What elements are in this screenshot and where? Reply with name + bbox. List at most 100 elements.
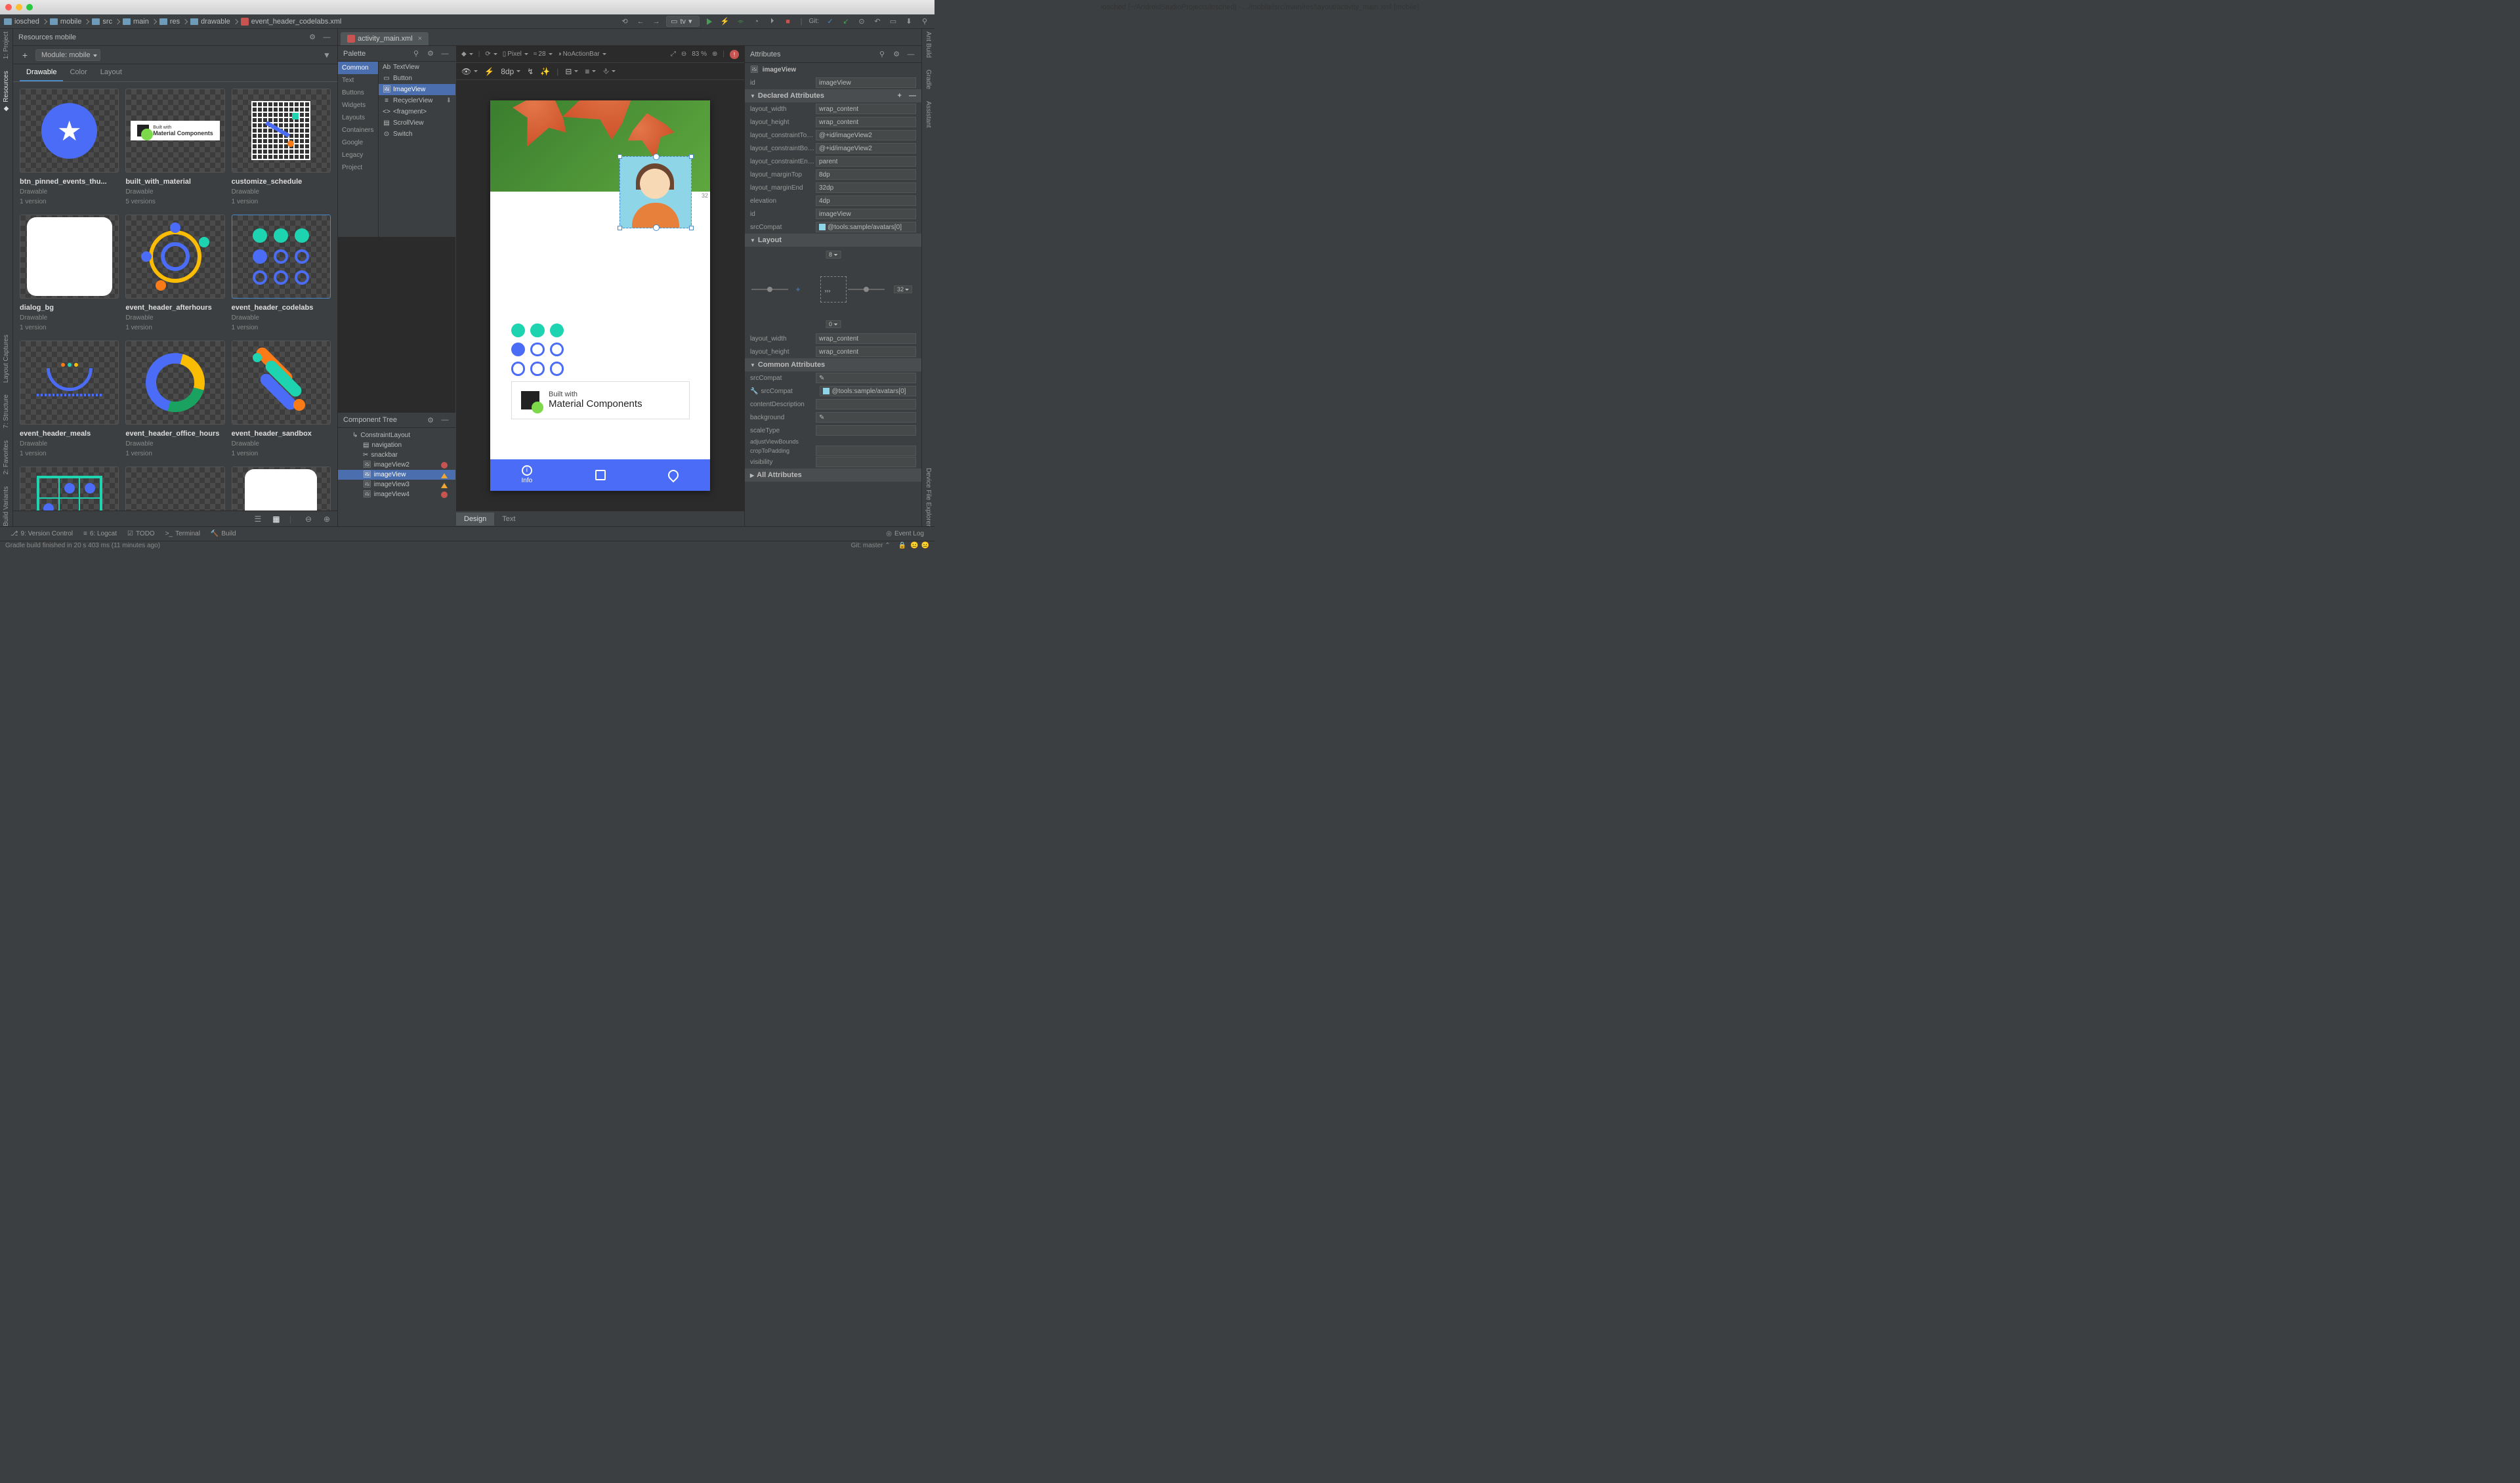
search-everywhere-icon[interactable]: ⚲ [919, 16, 931, 28]
attr-input[interactable] [816, 425, 916, 436]
palette-cat[interactable]: Containers [338, 124, 378, 136]
sdk-manager-icon[interactable]: ⬇ [903, 16, 915, 28]
palette-item[interactable]: ▤ScrollView [379, 117, 455, 129]
palette-cat[interactable]: Google [338, 136, 378, 149]
attr-input[interactable]: ✎ [816, 373, 916, 383]
run-target-selector[interactable]: ▭ tv ▾ [666, 16, 700, 27]
palette-item[interactable]: 🖼ImageView [379, 84, 455, 95]
tool-tab-project[interactable]: 1: Project [3, 31, 10, 59]
ctree-item[interactable]: 🖼 imageView2 [338, 460, 455, 470]
zoom-in-icon[interactable]: ⊕ [322, 514, 332, 524]
attr-input[interactable]: parent [816, 156, 916, 167]
search-icon[interactable]: ⚲ [877, 49, 887, 60]
drawable-item[interactable]: dialog_bg Drawable 1 version [20, 215, 119, 331]
add-resource-button[interactable]: + [18, 49, 32, 62]
editor-tab[interactable]: activity_main.xml × [341, 32, 429, 45]
attr-input[interactable] [816, 457, 916, 467]
palette-item[interactable]: ⊙Switch [379, 129, 455, 140]
drawable-item[interactable]: event_header_sandbox Drawable 1 version [232, 341, 331, 457]
ctree-item[interactable]: ✂ snackbar [338, 450, 455, 460]
tab-drawable[interactable]: Drawable [20, 64, 63, 81]
zoom-in-icon[interactable]: ⊕ [712, 51, 717, 58]
tool-tab-terminal[interactable]: >_ Terminal [160, 529, 205, 539]
tool-tab-assistant[interactable]: Assistant [925, 101, 932, 128]
git-commit-icon[interactable]: ↙ [840, 16, 852, 28]
attr-input[interactable]: @tools:sample/avatars[0] [820, 386, 916, 396]
gear-icon[interactable]: ⚙ [425, 415, 436, 425]
nav-map[interactable] [637, 459, 710, 491]
api-selector[interactable]: ≈ 28 [534, 51, 553, 58]
run-button[interactable] [704, 16, 715, 28]
back-icon[interactable]: ← [635, 16, 646, 28]
palette-cat[interactable]: Widgets [338, 99, 378, 112]
attr-input[interactable]: imageView [816, 209, 916, 219]
palette-item[interactable]: ▭Button [379, 73, 455, 84]
tool-tab-ant[interactable]: Ant Build [925, 31, 932, 58]
orientation-selector[interactable]: ⟳ [485, 51, 497, 58]
ctree-root[interactable]: ↳ ConstraintLayout [338, 430, 455, 440]
apply-changes-icon[interactable]: ⚡ [719, 16, 731, 28]
minimize-icon[interactable]: — [440, 49, 450, 59]
forward-icon[interactable]: → [650, 16, 662, 28]
drawable-item[interactable]: customize_schedule Drawable 1 version [232, 89, 331, 205]
attr-input[interactable]: wrap_content [816, 333, 916, 344]
git-history-icon[interactable]: ⊙ [856, 16, 868, 28]
attr-input[interactable] [816, 399, 916, 409]
drawable-item[interactable] [20, 467, 119, 511]
zoom-out-icon[interactable]: ⊖ [303, 514, 314, 524]
tool-tab-vc[interactable]: ⎇ 9: Version Control [5, 529, 78, 539]
git-revert-icon[interactable]: ↶ [872, 16, 883, 28]
attr-input[interactable]: @+id/imageView2 [816, 130, 916, 140]
ctree-item[interactable]: 🖼 imageView3 [338, 480, 455, 490]
guideline-icon[interactable]: ⎀ [602, 66, 616, 76]
pack-icon[interactable]: ⊟ [565, 67, 578, 76]
list-view-icon[interactable]: ☰ [253, 514, 263, 524]
fit-icon[interactable]: ⤢ [671, 51, 676, 58]
minimize-icon[interactable]: — [906, 49, 916, 60]
view-options-icon[interactable]: 👁 [461, 67, 478, 76]
breadcrumb-item[interactable]: drawable [190, 18, 230, 26]
attr-input[interactable]: wrap_content [816, 104, 916, 114]
tool-tab-resources[interactable]: ◆ Resources [3, 71, 10, 112]
drawable-item[interactable]: event_header_codelabs Drawable 1 version [232, 215, 331, 331]
theme-selector[interactable]: ◑ NoActionBar [558, 51, 606, 58]
grid-view-icon[interactable]: ▦ [271, 514, 282, 524]
tool-tab-favorites[interactable]: 2: Favorites [3, 440, 10, 474]
drawable-item[interactable]: btn_pinned_events_thu... Drawable 1 vers… [20, 89, 119, 205]
ctree-item[interactable]: ▤ navigation [338, 440, 455, 450]
ctree-item[interactable]: 🖼 imageView [338, 470, 455, 480]
breadcrumb-item[interactable]: mobile [50, 18, 81, 26]
attr-input[interactable]: 4dp [816, 196, 916, 206]
drawable-item[interactable] [232, 467, 331, 511]
align-icon[interactable]: ≡ [585, 67, 596, 76]
gear-icon[interactable]: ⚙ [891, 49, 902, 60]
palette-cat[interactable]: Legacy [338, 149, 378, 161]
drawable-item[interactable]: event_header_office_hours Drawable 1 ver… [125, 341, 224, 457]
tool-tab-layout-captures[interactable]: Layout Captures [3, 335, 10, 383]
breadcrumb-item[interactable]: main [123, 18, 149, 26]
close-window[interactable] [5, 4, 12, 10]
attr-id-field[interactable]: imageView [816, 77, 916, 88]
breadcrumb-item[interactable]: res [159, 18, 180, 26]
minimize-icon[interactable]: — [440, 415, 450, 425]
device-selector[interactable]: ▯ Pixel [503, 51, 528, 58]
drawable-item[interactable]: event_header_afterhours Drawable 1 versi… [125, 215, 224, 331]
breadcrumb-item[interactable]: iosched [4, 18, 39, 26]
minimize-icon[interactable]: — [322, 32, 332, 43]
stop-button[interactable]: ■ [782, 16, 794, 28]
attr-input[interactable]: wrap_content [816, 346, 916, 357]
search-icon[interactable]: ⚲ [411, 49, 421, 59]
tool-tab-device-explorer[interactable]: Device File Explorer [925, 468, 932, 526]
tool-tab-structure[interactable]: 7: Structure [3, 394, 10, 428]
module-selector[interactable]: Module: mobile [35, 49, 100, 61]
tab-design[interactable]: Design [456, 512, 494, 526]
gear-icon[interactable]: ⚙ [425, 49, 436, 59]
attr-input[interactable]: @tools:sample/avatars[0] [816, 222, 916, 232]
event-log-button[interactable]: ◎ Event Log [881, 529, 929, 539]
clear-constraints-icon[interactable]: ↯ [527, 67, 534, 76]
palette-item[interactable]: <><fragment> [379, 106, 455, 117]
filter-icon[interactable]: ▼ [322, 50, 332, 60]
breadcrumb-item[interactable]: src [92, 18, 112, 26]
tab-color[interactable]: Color [63, 64, 93, 81]
attr-input[interactable]: 8dp [816, 169, 916, 180]
